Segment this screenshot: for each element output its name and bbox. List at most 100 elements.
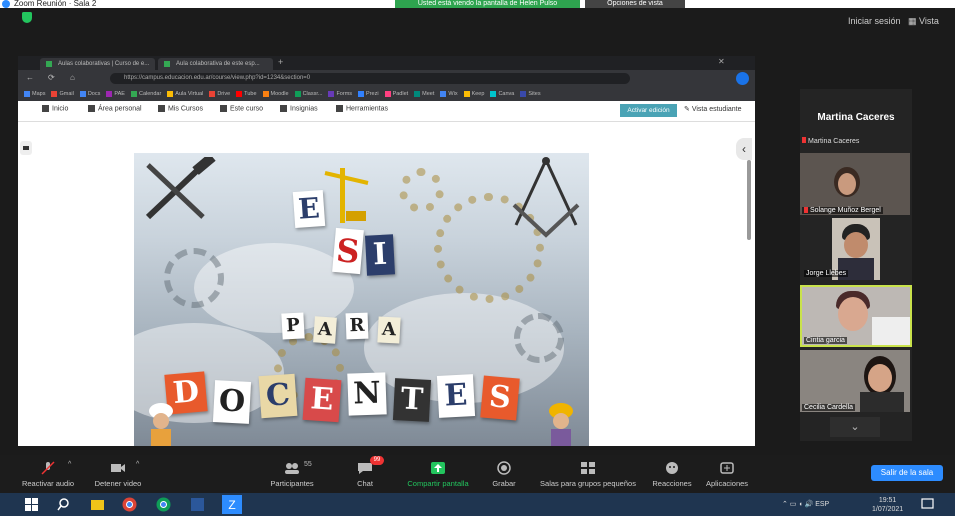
reactions-button[interactable]: Reacciones <box>648 455 696 493</box>
bookmark-item[interactable]: Wix <box>440 87 458 101</box>
bookmark-favicon-icon <box>167 90 174 97</box>
caret-up-icon[interactable]: ^ <box>68 461 71 468</box>
poster-letter: E <box>302 377 342 423</box>
chevron-down-icon[interactable]: ⌄ <box>830 417 880 437</box>
back-icon[interactable]: ← <box>26 73 34 82</box>
bookmark-item[interactable]: Prezi <box>358 87 379 101</box>
bookmark-item[interactable]: Forms <box>328 87 352 101</box>
nav-mis-cursos[interactable]: Mis Cursos <box>158 105 203 112</box>
nav-label: Herramientas <box>346 105 389 113</box>
poster-letter: R <box>345 312 369 340</box>
bookmark-favicon-icon <box>79 90 86 97</box>
bookmark-item[interactable]: Meet <box>414 87 434 101</box>
start-session-button[interactable]: Iniciar sesión <box>848 16 901 26</box>
bookmark-item[interactable]: Classr... <box>294 87 322 101</box>
zoom-app-icon[interactable]: Z <box>222 495 242 514</box>
bookmark-item[interactable]: Maps <box>24 87 45 101</box>
clock[interactable]: 19:51 1/07/2021 <box>872 496 903 514</box>
browser-tab-2[interactable]: Aula colaborativa de este esp... <box>158 58 273 70</box>
bookmark-item[interactable]: Gmail <box>51 87 74 101</box>
bookmark-item[interactable]: Aula Virtual <box>167 87 203 101</box>
bookmark-item[interactable]: Sites <box>520 87 541 101</box>
meeting-toolbar: Reactivar audio ^ Detener video ^ Partic… <box>0 455 955 493</box>
bookmark-label: Sites <box>528 91 541 97</box>
scrollbar[interactable] <box>747 160 751 240</box>
bookmark-label: Keep <box>471 91 485 97</box>
subnav-modulo-3[interactable]: Módulo 3 <box>272 122 326 135</box>
input-language[interactable]: ESP <box>815 501 829 508</box>
bookmark-favicon-icon <box>358 90 365 97</box>
clock-date: 1/07/2021 <box>872 506 904 513</box>
subnav-inicio[interactable]: Inicio <box>54 122 84 135</box>
search-icon[interactable] <box>56 497 71 512</box>
student-view-label: Vista estudiante <box>691 106 742 113</box>
reactions-smiley-icon <box>666 462 678 474</box>
window-close-icon[interactable]: ✕ <box>718 57 725 66</box>
bookmark-label: Meet <box>422 91 435 97</box>
share-screen-button[interactable]: Compartir pantalla <box>402 455 474 493</box>
bookmark-item[interactable]: Docs <box>79 87 100 101</box>
badge-icon <box>280 105 287 112</box>
nav-inicio[interactable]: Inicio <box>42 105 68 112</box>
bookmark-favicon-icon <box>520 90 527 97</box>
subnav-mundial[interactable]: Mundial de Desarrollo <box>85 122 161 135</box>
new-tab-button[interactable]: + <box>278 57 283 67</box>
chrome-icon[interactable] <box>122 497 137 512</box>
activate-editing-button[interactable]: Activar edición <box>620 104 677 117</box>
view-label: Vista <box>919 16 939 26</box>
chevron-left-icon[interactable]: ‹ <box>736 138 752 160</box>
bookmark-item[interactable]: Calendar <box>130 87 161 101</box>
student-view-button[interactable]: ✎ Vista estudiante <box>684 105 742 113</box>
host-label-text: Martina Caceres <box>808 138 860 145</box>
participant-tile-active[interactable]: Cintia garcia <box>800 285 912 347</box>
bookmark-item[interactable]: Canva <box>490 87 514 101</box>
reload-icon[interactable]: ⟳ <box>48 73 55 82</box>
gear-icon <box>514 313 564 363</box>
caret-up-icon[interactable]: ^ <box>136 461 139 468</box>
participant-tile[interactable]: Cecilia Cardella <box>800 350 910 412</box>
leave-room-button[interactable]: Salir de la sala <box>871 465 943 481</box>
security-shield-icon[interactable] <box>22 12 32 23</box>
browser-tab-1[interactable]: Aulas colaborativas | Curso de e... <box>40 58 155 70</box>
participant-face <box>838 173 856 195</box>
compass-square-icon <box>512 157 580 238</box>
bookmark-item[interactable]: Padlet <box>384 87 408 101</box>
participant-tile[interactable]: Solange Muñoz Bergel <box>800 153 910 215</box>
participant-face <box>844 232 868 258</box>
nav-insignias[interactable]: Insignias <box>280 105 318 112</box>
bookmark-item[interactable]: PAE <box>106 87 125 101</box>
nav-label: Insignias <box>290 105 318 113</box>
nav-herramientas[interactable]: Herramientas <box>336 105 388 112</box>
bookmark-item[interactable]: Tube <box>236 87 257 101</box>
unmute-button[interactable]: Reactivar audio ^ <box>18 455 78 493</box>
profile-avatar-icon[interactable] <box>736 72 749 85</box>
view-button[interactable]: ▦ Vista <box>908 16 939 27</box>
subnav-modulo-1[interactable]: Módulo 1 <box>162 122 216 135</box>
word-icon[interactable] <box>190 497 205 512</box>
apps-button[interactable]: Aplicaciones <box>702 455 752 493</box>
sidebar-toggle-button[interactable] <box>20 141 32 155</box>
stop-video-button[interactable]: Detener video ^ <box>88 455 148 493</box>
file-explorer-icon[interactable] <box>90 497 105 512</box>
poster-letter: I <box>364 234 396 276</box>
nav-este-curso[interactable]: Este curso <box>220 105 263 112</box>
bookmark-favicon-icon <box>384 90 391 97</box>
gear-icon <box>399 168 444 213</box>
bookmark-item[interactable]: Drive <box>209 87 230 101</box>
bookmark-item[interactable]: Keep <box>463 87 485 101</box>
chrome-icon[interactable] <box>156 497 171 512</box>
worker-figure-icon <box>549 403 573 446</box>
subnav-modulo-2[interactable]: Módulo 2 <box>217 122 271 135</box>
breakout-rooms-button[interactable]: Salas para grupos pequeños <box>532 455 644 493</box>
bookmark-item[interactable]: Moodle <box>262 87 289 101</box>
view-options-button[interactable]: Opciones de vista <box>585 0 685 8</box>
nav-area-personal[interactable]: Área personal <box>88 105 142 112</box>
chat-label: Chat <box>357 479 373 488</box>
home-icon[interactable]: ⌂ <box>70 73 75 82</box>
notifications-icon[interactable] <box>920 497 935 512</box>
system-tray[interactable]: ⌃ ▭ ◖ 🔊 ESP <box>782 500 829 508</box>
record-button[interactable]: Grabar <box>486 455 522 493</box>
address-bar[interactable]: https://campus.educacion.edu.ar/course/v… <box>110 73 630 84</box>
windows-start-icon[interactable] <box>24 497 39 512</box>
participants-button[interactable]: Participantes 55 <box>262 455 322 493</box>
